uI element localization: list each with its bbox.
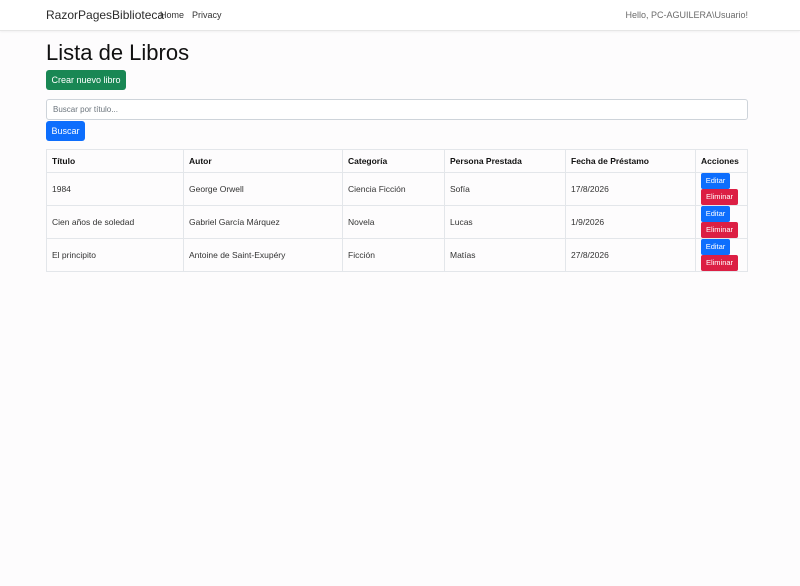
header-titulo: Título (46, 149, 184, 173)
cell-titulo: Cien años de soledad (46, 205, 184, 239)
user-greeting: Hello, PC-AGUILERA\Usuario! (625, 10, 748, 20)
page-title: Lista de Libros (46, 40, 190, 65)
cell-titulo: 1984 (46, 172, 184, 206)
cell-categoria: Ficción (342, 238, 445, 272)
delete-button[interactable]: Eliminar (701, 222, 738, 238)
table-row: El principito Antoine de Saint-Exupéry F… (46, 238, 748, 272)
edit-button[interactable]: Editar (701, 173, 730, 189)
cell-autor: Antoine de Saint-Exupéry (183, 238, 343, 272)
nav-privacy-link[interactable]: Privacy (192, 10, 222, 20)
cell-fecha: 17/8/2026 (565, 172, 696, 206)
cell-categoria: Novela (342, 205, 445, 239)
header-fecha: Fecha de Préstamo (565, 149, 696, 173)
header-categoria: Categoría (342, 149, 445, 173)
cell-fecha: 27/8/2026 (565, 238, 696, 272)
cell-autor: George Orwell (183, 172, 343, 206)
header-autor: Autor (183, 149, 343, 173)
books-table-container: Título Autor Categoría Persona Prestada … (46, 149, 748, 272)
edit-button[interactable]: Editar (701, 239, 730, 255)
nav-home-link[interactable]: Home (160, 10, 184, 20)
table-header-row: Título Autor Categoría Persona Prestada … (46, 149, 748, 173)
delete-button[interactable]: Eliminar (701, 189, 738, 205)
cell-categoria: Ciencia Ficción (342, 172, 445, 206)
cell-persona: Sofía (444, 172, 566, 206)
search-input[interactable] (46, 99, 748, 120)
cell-acciones: Editar Eliminar (695, 172, 748, 206)
table-row: Cien años de soledad Gabriel García Márq… (46, 205, 748, 239)
cell-fecha: 1/9/2026 (565, 205, 696, 239)
edit-button[interactable]: Editar (701, 206, 730, 222)
header-persona: Persona Prestada (444, 149, 566, 173)
cell-acciones: Editar Eliminar (695, 238, 748, 272)
header-acciones: Acciones (695, 149, 748, 173)
cell-autor: Gabriel García Márquez (183, 205, 343, 239)
search-button[interactable]: Buscar (46, 121, 85, 141)
cell-persona: Lucas (444, 205, 566, 239)
cell-persona: Matías (444, 238, 566, 272)
create-book-button[interactable]: Crear nuevo libro (46, 70, 126, 90)
brand-link[interactable]: RazorPagesBiblioteca (46, 8, 164, 22)
books-table: Título Autor Categoría Persona Prestada … (46, 149, 748, 272)
top-navbar: RazorPagesBiblioteca Home Privacy Hello,… (0, 0, 800, 31)
cell-titulo: El principito (46, 238, 184, 272)
cell-acciones: Editar Eliminar (695, 205, 748, 239)
table-row: 1984 George Orwell Ciencia Ficción Sofía… (46, 172, 748, 206)
delete-button[interactable]: Eliminar (701, 255, 738, 271)
